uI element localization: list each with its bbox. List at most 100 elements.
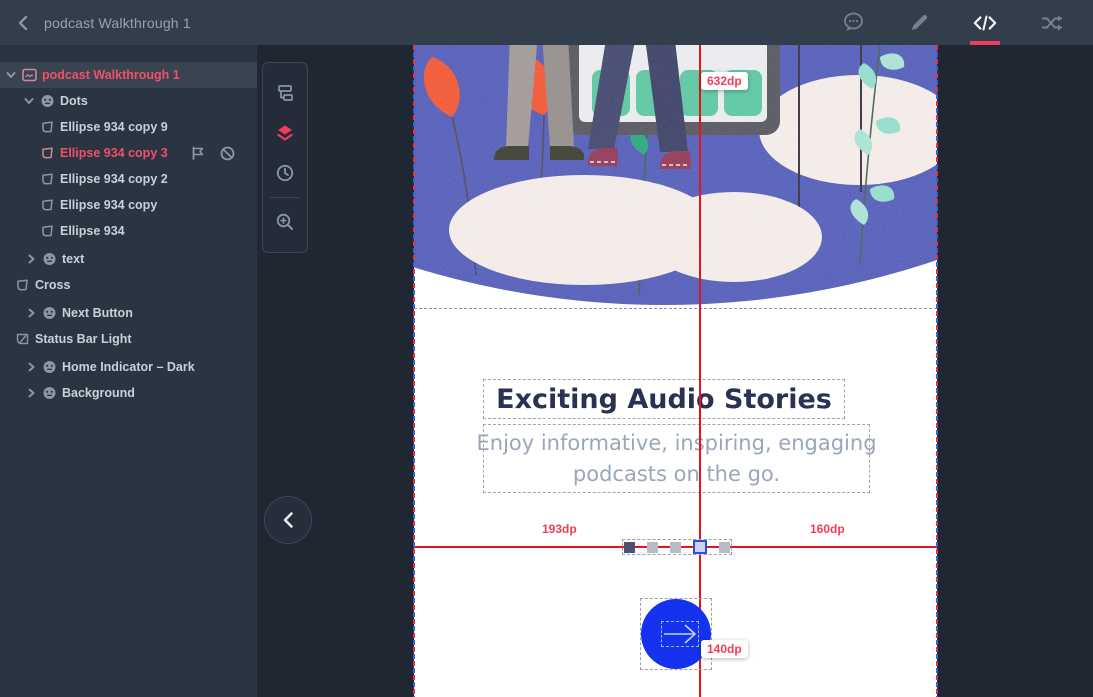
artboard[interactable]: Exciting Audio Stories Enjoy informative… bbox=[413, 45, 938, 697]
sidebar-item-cross[interactable]: Cross bbox=[0, 272, 257, 298]
layer-label: Home Indicator – Dark bbox=[62, 360, 195, 374]
shape-icon bbox=[42, 147, 53, 159]
caret-right-icon[interactable] bbox=[26, 254, 36, 264]
layer-label: Ellipse 934 copy bbox=[60, 198, 158, 212]
layer-label: Next Button bbox=[62, 306, 133, 320]
pencil-icon bbox=[911, 14, 927, 30]
zoom-in-button[interactable] bbox=[262, 202, 308, 242]
shape-icon bbox=[42, 225, 53, 237]
dot-1[interactable] bbox=[624, 541, 635, 553]
dot-3[interactable] bbox=[670, 541, 681, 553]
caret-down-icon[interactable] bbox=[6, 70, 16, 80]
sidebar-item-artboard[interactable]: podcast Walkthrough 1 bbox=[0, 62, 257, 88]
shape-icon bbox=[17, 279, 28, 291]
history-icon bbox=[276, 164, 294, 182]
back-button[interactable] bbox=[10, 10, 36, 36]
comment-bubble-icon bbox=[843, 12, 863, 31]
caret-right-icon[interactable] bbox=[26, 362, 36, 372]
arrow-right-icon bbox=[664, 624, 696, 644]
sidebar-item-dots-group[interactable]: Dots bbox=[0, 88, 257, 114]
disabled-icon[interactable] bbox=[220, 146, 235, 161]
subtitle-line-2: podcasts on the go. bbox=[572, 461, 781, 486]
layer-label: Ellipse 934 bbox=[60, 224, 125, 238]
dot-4-selected[interactable] bbox=[693, 540, 707, 554]
shuffle-icon bbox=[1041, 15, 1062, 30]
podcast-illustration[interactable] bbox=[414, 45, 937, 310]
canvas: Exciting Audio Stories Enjoy informative… bbox=[257, 45, 1093, 697]
group-icon bbox=[43, 387, 56, 399]
shape-icon bbox=[42, 121, 53, 133]
sidebar-item-home-indicator-group[interactable]: Home Indicator – Dark bbox=[0, 354, 257, 380]
sidebar-item-ellipse[interactable]: Ellipse 934 bbox=[0, 218, 257, 244]
measurement-label-button: 140dp bbox=[701, 640, 748, 658]
layers-stack-button[interactable] bbox=[262, 113, 308, 153]
layers-stack-icon bbox=[277, 125, 293, 141]
measurement-label-height: 632dp bbox=[701, 72, 748, 90]
history-button[interactable] bbox=[262, 153, 308, 193]
canvas-toolbar bbox=[262, 62, 308, 253]
shape-icon bbox=[42, 199, 53, 211]
layer-row-actions bbox=[191, 146, 257, 161]
grain-overlay bbox=[414, 45, 937, 305]
zoom-in-icon bbox=[276, 213, 293, 230]
comments-button[interactable] bbox=[841, 0, 865, 45]
caret-right-icon[interactable] bbox=[26, 308, 36, 318]
layer-label: Background bbox=[62, 386, 135, 400]
group-icon bbox=[43, 361, 56, 373]
collapse-panel-button[interactable] bbox=[264, 496, 312, 544]
layer-label: Cross bbox=[35, 278, 71, 292]
group-icon bbox=[43, 253, 56, 265]
dot-5[interactable] bbox=[719, 541, 730, 553]
chevron-left-icon bbox=[283, 512, 293, 528]
shape-icon bbox=[42, 173, 53, 185]
layer-label: Dots bbox=[60, 94, 88, 108]
toolbar-divider bbox=[270, 197, 300, 198]
group-icon bbox=[43, 307, 56, 319]
sidebar-item-ellipse-copy2[interactable]: Ellipse 934 copy 2 bbox=[0, 166, 257, 192]
layer-label: Ellipse 934 copy 3 bbox=[60, 146, 168, 160]
chevron-left-icon bbox=[18, 15, 28, 30]
sidebar-item-next-button-group[interactable]: Next Button bbox=[0, 300, 257, 326]
sidebar-item-background-group[interactable]: Background bbox=[0, 380, 257, 406]
topbar-actions bbox=[841, 0, 1093, 45]
next-arrow-bounds bbox=[661, 621, 699, 647]
illustration-bounds-line bbox=[414, 308, 937, 309]
layer-label: Status Bar Light bbox=[35, 332, 132, 346]
artboard-heading[interactable]: Exciting Audio Stories bbox=[483, 379, 845, 419]
measurement-label-left: 193dp bbox=[536, 520, 583, 538]
layer-label: Ellipse 934 copy 2 bbox=[60, 172, 168, 186]
artboard-icon bbox=[22, 68, 37, 82]
sidebar-item-ellipse-copy3[interactable]: Ellipse 934 copy 3 bbox=[0, 140, 257, 166]
active-tab-underline bbox=[970, 41, 1000, 45]
dots-indicator-group[interactable] bbox=[622, 539, 732, 555]
sidebar-item-ellipse-copy9[interactable]: Ellipse 934 copy 9 bbox=[0, 114, 257, 140]
dot-2[interactable] bbox=[647, 541, 658, 553]
artboard-right-edge bbox=[936, 45, 938, 697]
code-icon bbox=[973, 15, 997, 30]
component-icon bbox=[16, 333, 29, 345]
layer-label: podcast Walkthrough 1 bbox=[42, 68, 180, 82]
document-title: podcast Walkthrough 1 bbox=[44, 14, 191, 31]
topbar: podcast Walkthrough 1 bbox=[0, 0, 1093, 45]
group-icon bbox=[41, 95, 54, 107]
edit-mode-button[interactable] bbox=[907, 0, 931, 45]
caret-down-icon[interactable] bbox=[24, 96, 34, 106]
sidebar-item-text-group[interactable]: text bbox=[0, 246, 257, 272]
sidebar-item-ellipse-copy[interactable]: Ellipse 934 copy bbox=[0, 192, 257, 218]
artboard-subtitle[interactable]: Enjoy informative, inspiring, engaging p… bbox=[476, 424, 877, 493]
sidebar-item-status-bar[interactable]: Status Bar Light bbox=[0, 326, 257, 352]
layer-label: Ellipse 934 copy 9 bbox=[60, 120, 168, 134]
subtitle-line-1: Enjoy informative, inspiring, engaging bbox=[476, 430, 877, 455]
layer-tree-icon bbox=[278, 85, 293, 101]
code-mode-button[interactable] bbox=[970, 0, 1000, 45]
measurement-label-right: 160dp bbox=[804, 520, 851, 538]
caret-right-icon[interactable] bbox=[26, 388, 36, 398]
artboard-left-edge bbox=[413, 45, 415, 697]
layers-panel: podcast Walkthrough 1 Dots Ellipse 934 c… bbox=[0, 45, 257, 697]
flag-icon[interactable] bbox=[191, 146, 205, 160]
layer-label: text bbox=[62, 252, 85, 266]
shuffle-button[interactable] bbox=[1039, 0, 1063, 45]
heading-text: Exciting Audio Stories bbox=[496, 383, 832, 415]
layer-tree-button[interactable] bbox=[262, 73, 308, 113]
app-window: podcast Walkthrough 1 podcast Walkthroug… bbox=[0, 0, 1093, 697]
